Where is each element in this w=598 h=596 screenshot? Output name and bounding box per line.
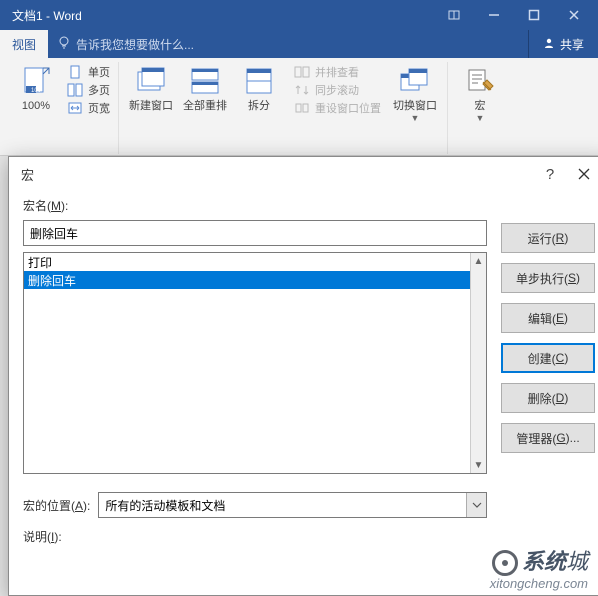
lightbulb-icon [58, 36, 70, 53]
window-title: 文档1 - Word [12, 7, 82, 24]
chevron-down-icon: ▼ [476, 113, 485, 123]
chevron-down-icon: ▼ [411, 113, 420, 123]
run-button[interactable]: 运行(R) [501, 223, 595, 253]
zoom-100-button[interactable]: 100 100% [12, 64, 60, 112]
maximize-button[interactable] [514, 0, 554, 30]
new-window-icon [134, 64, 168, 98]
description-label: 说明(I): [23, 528, 487, 545]
tab-view[interactable]: 视图 [0, 30, 48, 58]
macro-listbox[interactable]: 打印 删除回车 ▲ ▼ [23, 252, 487, 474]
list-item[interactable]: 删除回车 [24, 271, 470, 289]
tell-me-search[interactable]: 告诉我您想要做什么... [48, 30, 204, 58]
sync-scroll-button[interactable]: 同步滚动 [293, 82, 381, 98]
side-by-side-icon [293, 64, 311, 80]
group-macros: 宏▼ [448, 62, 512, 154]
one-page-button[interactable]: 单页 [66, 64, 110, 80]
macros-icon [463, 64, 497, 98]
share-button[interactable]: 共享 [528, 30, 598, 58]
split-icon [242, 64, 276, 98]
page-width-button[interactable]: 页宽 [66, 100, 110, 116]
dialog-help-button[interactable]: ? [533, 160, 567, 188]
zoom-100-icon: 100 [19, 64, 53, 98]
multi-page-icon [66, 82, 84, 98]
dialog-title: 宏 [21, 165, 34, 184]
tell-me-placeholder: 告诉我您想要做什么... [76, 36, 194, 53]
arrange-all-icon [188, 64, 222, 98]
scroll-down-icon[interactable]: ▼ [471, 457, 486, 473]
macro-location-label: 宏的位置(A): [23, 497, 90, 514]
sync-scroll-icon [293, 82, 311, 98]
split-button[interactable]: 拆分 [235, 64, 283, 112]
group-window: 新建窗口 全部重排 拆分 并排查看 同步滚动 重设窗口位置 切换窗口▼ [119, 62, 448, 154]
group-zoom: 100 100% 单页 多页 页宽 [4, 62, 119, 154]
macro-location-select[interactable]: 所有的活动模板和文档 [98, 492, 487, 518]
macro-name-input[interactable] [23, 220, 487, 246]
scroll-up-icon[interactable]: ▲ [471, 253, 486, 269]
page-width-icon [66, 100, 84, 116]
multi-page-button[interactable]: 多页 [66, 82, 110, 98]
delete-button[interactable]: 删除(D) [501, 383, 595, 413]
reset-window-button[interactable]: 重设窗口位置 [293, 100, 381, 116]
chevron-down-icon[interactable] [466, 493, 486, 517]
organizer-button[interactable]: 管理器(G)... [501, 423, 595, 453]
scrollbar[interactable]: ▲ ▼ [470, 253, 486, 473]
person-icon [543, 37, 555, 52]
macros-button[interactable]: 宏▼ [456, 64, 504, 124]
close-button[interactable] [554, 0, 594, 30]
watermark: 系统城 xitongcheng.com [490, 544, 588, 591]
svg-text:100: 100 [31, 88, 42, 94]
macro-name-label: 宏名(M): [23, 197, 487, 214]
ribbon-tabs: 视图 告诉我您想要做什么... 共享 [0, 30, 598, 58]
ribbon-options-icon[interactable] [434, 0, 474, 30]
dialog-close-button[interactable] [567, 160, 598, 188]
dialog-titlebar: 宏 ? [9, 157, 598, 191]
new-window-button[interactable]: 新建窗口 [127, 64, 175, 112]
window-titlebar: 文档1 - Word [0, 0, 598, 30]
watermark-logo-icon [492, 550, 518, 576]
minimize-button[interactable] [474, 0, 514, 30]
macros-dialog: 宏 ? 宏名(M): 打印 删除回车 ▲ ▼ 宏的位置(A): [8, 156, 598, 596]
list-item[interactable]: 打印 [24, 253, 470, 271]
edit-button[interactable]: 编辑(E) [501, 303, 595, 333]
reset-window-icon [293, 100, 311, 116]
arrange-all-button[interactable]: 全部重排 [181, 64, 229, 112]
switch-window-icon [398, 64, 432, 98]
ribbon-body: 100 100% 单页 多页 页宽 新建窗口 全部重排 拆分 [0, 58, 598, 156]
switch-window-button[interactable]: 切换窗口▼ [391, 64, 439, 124]
side-by-side-button[interactable]: 并排查看 [293, 64, 381, 80]
step-button[interactable]: 单步执行(S) [501, 263, 595, 293]
create-button[interactable]: 创建(C) [501, 343, 595, 373]
one-page-icon [66, 64, 84, 80]
